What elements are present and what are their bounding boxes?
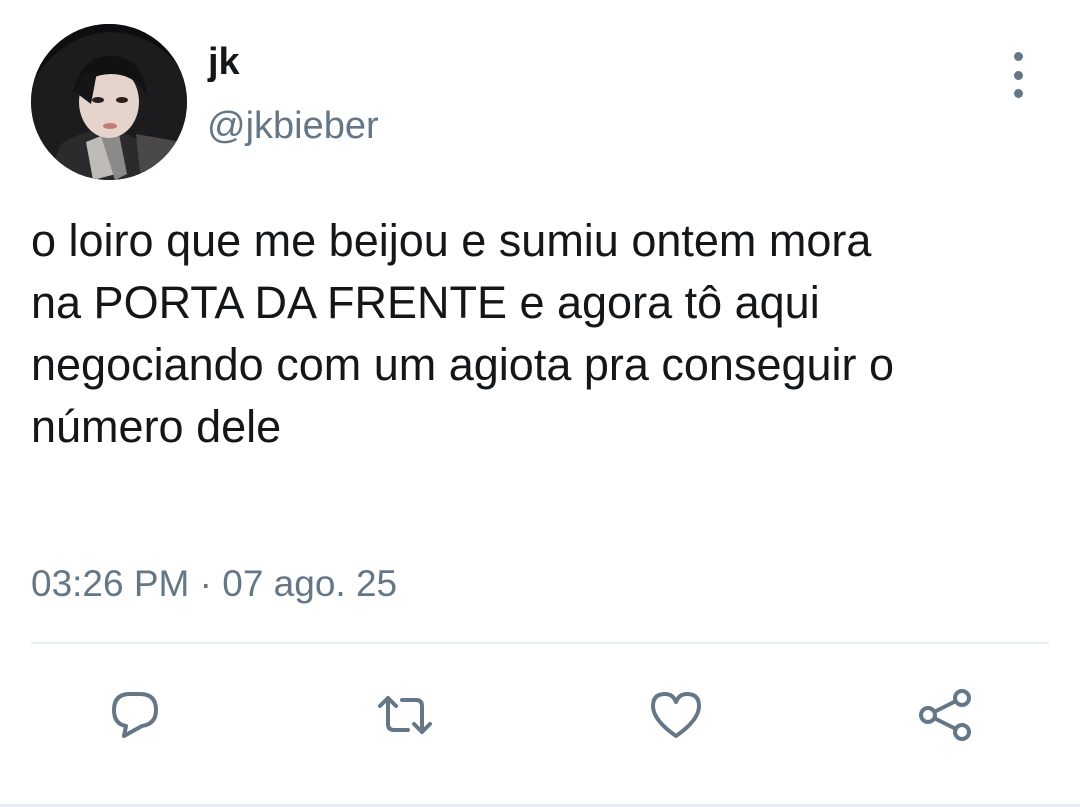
tweet-text-line: número dele	[31, 401, 282, 452]
avatar[interactable]	[31, 24, 187, 180]
retweet-button[interactable]	[370, 680, 440, 750]
display-name[interactable]: jk	[208, 40, 240, 84]
tweet-text-line: na PORTA DA FRENTE e agora tô aqui	[31, 277, 820, 328]
heart-icon	[651, 692, 701, 738]
like-button[interactable]	[641, 680, 711, 750]
tweet-timestamp[interactable]: 03:26 PM · 07 ago. 25	[31, 562, 397, 606]
avatar-photo	[31, 24, 187, 180]
more-options-button[interactable]	[998, 52, 1038, 98]
tweet-text-line: o loiro que me beijou e sumiu ontem mora	[31, 215, 872, 266]
tweet-text-line: negociando com um agiota pra conseguir o	[31, 339, 895, 390]
tweet-text: o loiro que me beijou e sumiu ontem mora…	[31, 210, 1071, 458]
more-options-icon-dot	[1013, 70, 1023, 80]
more-options-icon-dot	[1013, 89, 1023, 98]
reply-button[interactable]	[100, 680, 170, 750]
share-icon	[919, 689, 971, 741]
action-bar	[0, 680, 1080, 750]
more-options-icon	[1013, 52, 1023, 61]
share-button[interactable]	[910, 680, 980, 750]
retweet-icon	[378, 696, 432, 734]
user-handle[interactable]: @jkbieber	[207, 104, 379, 148]
divider	[31, 642, 1049, 644]
reply-icon	[112, 692, 158, 738]
